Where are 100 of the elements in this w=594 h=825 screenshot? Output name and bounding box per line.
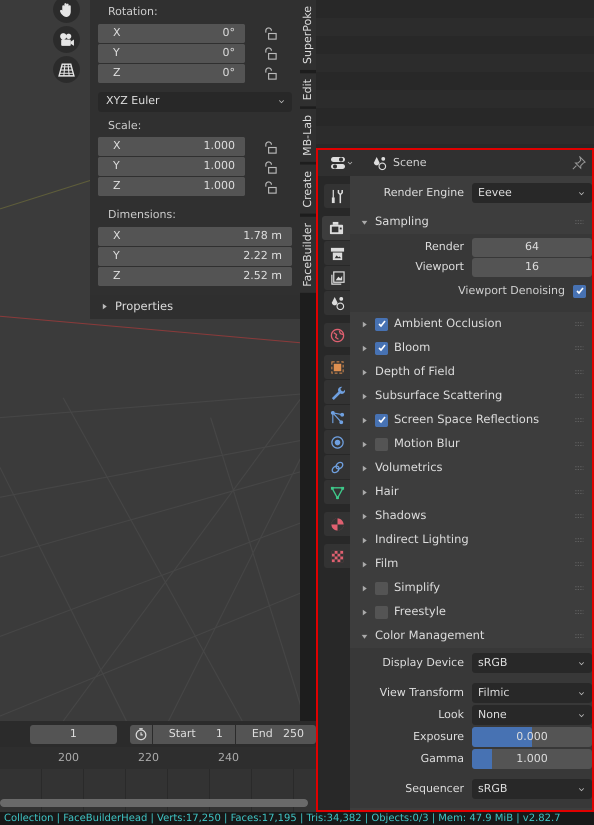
frame-number: 220 — [138, 750, 159, 766]
checkmark-icon — [574, 286, 584, 296]
field-label: Gamma — [420, 750, 465, 767]
expand-triangle-icon — [360, 368, 369, 376]
properties-tab[interactable] — [324, 355, 350, 379]
sidebar-tab[interactable]: Create — [300, 165, 316, 214]
checkbox[interactable] — [573, 284, 586, 298]
expand-triangle-icon — [360, 608, 369, 616]
stopwatch-icon[interactable] — [134, 727, 148, 741]
expand-triangle-icon — [360, 416, 369, 424]
orbit-icon — [330, 434, 344, 450]
properties-tab[interactable] — [324, 241, 350, 265]
scrollbar[interactable] — [0, 799, 308, 807]
properties-tab[interactable] — [324, 266, 350, 290]
dropdown-field[interactable]: None — [472, 705, 592, 725]
slider-field[interactable]: 0.000 — [472, 727, 592, 747]
camera-back-icon — [328, 220, 344, 236]
field-label: Render — [424, 239, 465, 256]
printer-icon — [330, 246, 344, 260]
sidebar-tab[interactable]: Edit — [300, 72, 316, 106]
chevron-down-icon — [346, 159, 354, 167]
globe-icon — [330, 328, 344, 342]
panel-title: Simplify — [394, 579, 440, 596]
number-field[interactable]: Z 2.52 m — [98, 266, 292, 286]
panel-title: Volumetrics — [375, 459, 443, 476]
toggle-icon — [330, 155, 346, 171]
properties-tab[interactable] — [324, 405, 350, 429]
padlock-icon[interactable] — [263, 140, 278, 154]
image-stack-icon — [330, 270, 344, 286]
panel-title: Subsurface Scattering — [375, 387, 502, 404]
expand-triangle-icon — [360, 488, 369, 496]
pin-icon[interactable] — [572, 156, 586, 170]
expand-triangle-icon — [360, 464, 369, 472]
properties-tab[interactable] — [324, 184, 350, 208]
dropdown-field[interactable]: sRGB — [472, 779, 592, 799]
status-bar: Collection | FaceBuilderHead | Verts:17,250 | Faces:17,195 | Tris:34,382 | Objects:0/3 | Mem: 47.9 MiB | v2.82.7 — [0, 812, 594, 825]
checkbox[interactable] — [375, 318, 388, 330]
section-label: Scale: — [107, 118, 142, 134]
sidebar-tab[interactable]: FaceBuilder — [300, 216, 316, 292]
expand-triangle-icon — [360, 320, 369, 328]
link-icon — [330, 460, 344, 474]
number-field[interactable]: Y 1.000 — [98, 157, 245, 176]
number-field[interactable]: X 1.78 m — [98, 226, 292, 246]
padlock-icon[interactable] — [263, 46, 278, 61]
start-frame-field[interactable]: Start 1 — [152, 724, 235, 744]
expand-triangle-icon — [360, 512, 369, 520]
dropdown-field[interactable]: Filmic — [472, 683, 592, 703]
checkbox[interactable] — [375, 342, 388, 354]
padlock-icon[interactable] — [263, 66, 278, 81]
wrench-icon — [330, 384, 344, 400]
sphere-icon — [330, 516, 344, 532]
checkmark-icon — [376, 319, 386, 329]
screwdriver-wrench-icon — [330, 188, 344, 204]
end-frame-field[interactable]: End 250 — [236, 724, 316, 744]
render-engine-dropdown[interactable]: Eevee — [472, 183, 592, 203]
properties-tab[interactable] — [324, 455, 350, 479]
panel-title: Bloom — [394, 339, 430, 356]
number-field[interactable]: 16 — [472, 258, 592, 277]
grid-icon[interactable] — [58, 61, 75, 78]
number-field[interactable]: X 0° — [98, 24, 245, 42]
panel-title: Freestyle — [394, 603, 446, 620]
properties-tab[interactable] — [324, 380, 350, 404]
shapes-icon — [330, 296, 344, 310]
movie-camera-icon[interactable] — [58, 31, 75, 48]
dropdown-field[interactable]: sRGB — [472, 653, 592, 673]
number-field[interactable]: Z 0° — [98, 64, 245, 82]
slider-field[interactable]: 1.000 — [472, 749, 592, 769]
number-field[interactable]: Y 2.22 m — [98, 246, 292, 266]
panel-title: Indirect Lighting — [375, 531, 469, 548]
rotation-mode-dropdown[interactable]: XYZ Euler — [98, 92, 292, 112]
field-label: Exposure — [412, 728, 465, 745]
panel-title: Shadows — [375, 507, 426, 524]
field-label: View Transform — [378, 684, 465, 701]
number-field[interactable]: Y 0° — [98, 44, 245, 62]
number-field[interactable]: 64 — [472, 238, 592, 257]
shapes-icon — [372, 156, 387, 170]
expand-triangle-icon — [360, 560, 369, 568]
panel-title: Screen Space Reflections — [394, 411, 540, 428]
sidebar-tab[interactable]: MB-Lab — [300, 109, 316, 162]
padlock-icon[interactable] — [263, 160, 278, 174]
padlock-icon[interactable] — [263, 26, 278, 41]
panel-title: Ambient Occlusion — [394, 315, 502, 332]
properties-tab[interactable] — [322, 216, 350, 240]
panel-title: Hair — [375, 483, 399, 500]
nodes-icon — [330, 410, 344, 424]
properties-tab[interactable] — [324, 291, 350, 315]
number-field[interactable]: Z 1.000 — [98, 177, 245, 196]
section-label: Dimensions: — [107, 207, 177, 223]
checkbox[interactable] — [375, 414, 388, 426]
padlock-icon[interactable] — [263, 180, 278, 194]
field-label: Look — [437, 706, 465, 723]
number-field[interactable]: X 1.000 — [98, 137, 245, 156]
sidebar-tab[interactable]: SuperPoke — [300, 0, 316, 70]
current-frame-field[interactable]: 1 — [30, 724, 117, 744]
properties-tab[interactable] — [324, 480, 350, 504]
panel-title: Film — [375, 555, 398, 572]
expand-triangle-icon — [360, 392, 369, 400]
properties-tab[interactable] — [324, 430, 350, 454]
editor-type-button[interactable] — [330, 155, 354, 171]
section-label: Rotation: — [107, 4, 159, 20]
